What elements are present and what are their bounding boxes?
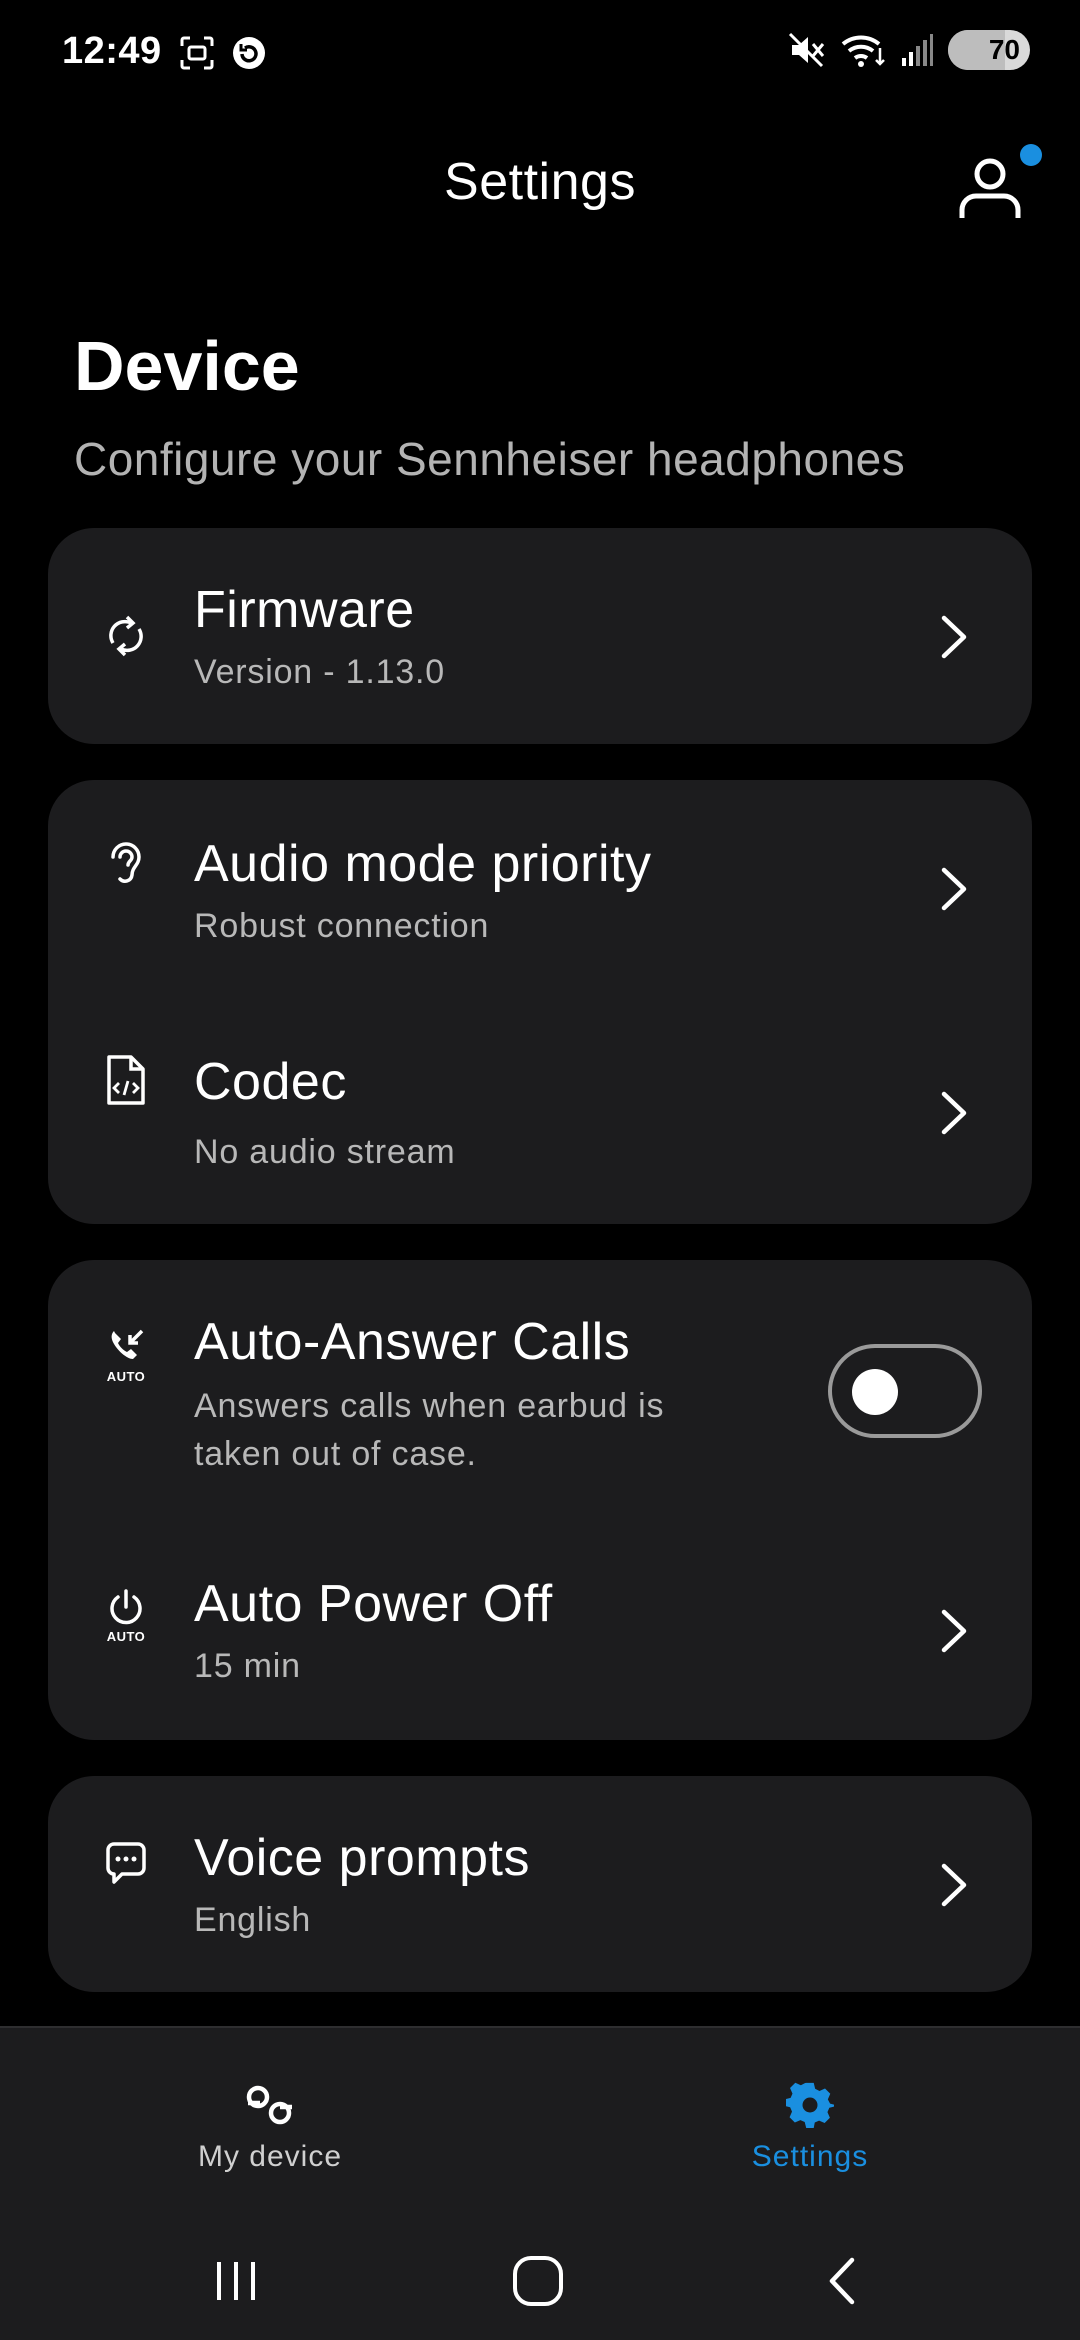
recent-apps-icon (217, 2262, 255, 2300)
nav-my-device[interactable]: My device (0, 2028, 540, 2228)
section-title: Device (74, 327, 300, 405)
signal-icon (902, 34, 933, 66)
status-bar: 12:49 70 (0, 0, 1080, 110)
auto-answer-toggle[interactable] (828, 1344, 982, 1438)
voice-prompts-value: English (194, 1901, 312, 1939)
auto-power-row[interactable]: AUTO Auto Power Off 15 min (48, 1524, 1032, 1740)
firmware-version: Version - 1.13.0 (194, 653, 445, 691)
auto-card: AUTO Auto-Answer Calls Answers calls whe… (48, 1260, 1032, 1740)
earbuds-icon (240, 2080, 300, 2130)
audio-mode-value: Robust connection (194, 907, 490, 945)
screenshot-icon (180, 36, 214, 70)
audio-card: Audio mode priority Robust connection Co… (48, 780, 1032, 1224)
gear-icon (780, 2080, 840, 2130)
status-time: 12:49 (62, 30, 162, 72)
screen: 12:49 70 Settings Device Configure your … (0, 0, 1080, 2340)
wifi-icon (841, 35, 885, 67)
firmware-row[interactable]: Firmware Version - 1.13.0 (48, 528, 1032, 744)
auto-power-value: 15 min (194, 1647, 301, 1685)
mute-icon (788, 32, 825, 68)
codec-row[interactable]: Codec No audio stream (48, 1002, 1032, 1224)
recent-apps-button[interactable] (196, 2246, 276, 2316)
audio-mode-row[interactable]: Audio mode priority Robust connection (48, 780, 1032, 1002)
auto-power-title: Auto Power Off (194, 1575, 553, 1633)
auto-answer-desc-line1: Answers calls when earbud is (194, 1387, 665, 1425)
sync-icon (100, 610, 152, 662)
page-title: Settings (444, 153, 636, 211)
auto-answer-row: AUTO Auto-Answer Calls Answers calls whe… (48, 1260, 1032, 1524)
chevron-right-icon (941, 867, 967, 911)
section-subtitle: Configure your Sennheiser headphones (74, 433, 906, 485)
ear-icon (100, 836, 152, 888)
person-icon (959, 158, 1021, 218)
power-icon: AUTO (100, 1580, 152, 1650)
status-right-icons: 70 (786, 30, 1030, 70)
code-file-icon (100, 1054, 152, 1106)
chat-bubble-icon (100, 1838, 152, 1890)
refresh-app-icon (233, 37, 265, 69)
firmware-title: Firmware (194, 581, 415, 639)
audio-mode-title: Audio mode priority (194, 835, 652, 893)
firmware-card: Firmware Version - 1.13.0 (48, 528, 1032, 744)
chevron-right-icon (941, 615, 967, 659)
chevron-right-icon (941, 1609, 967, 1653)
voice-prompts-row[interactable]: Voice prompts English (48, 1776, 1032, 1992)
nav-settings-label: Settings (751, 2140, 869, 2173)
codec-value: No audio stream (194, 1133, 456, 1171)
bottom-nav: My device Settings (0, 2026, 1080, 2226)
back-button[interactable] (802, 2246, 882, 2316)
auto-answer-desc-line2: taken out of case. (194, 1435, 477, 1473)
system-nav-bar (0, 2226, 1080, 2340)
battery-indicator: 70 (948, 30, 1030, 70)
voice-prompts-title: Voice prompts (194, 1829, 530, 1887)
toggle-knob (852, 1369, 898, 1415)
back-icon (829, 2257, 855, 2305)
chevron-right-icon (941, 1863, 967, 1907)
chevron-right-icon (941, 1091, 967, 1135)
home-button[interactable] (498, 2246, 578, 2316)
nav-settings[interactable]: Settings (540, 2028, 1080, 2228)
battery-level: 70 (988, 34, 1020, 65)
voice-card: Voice prompts English (48, 1776, 1032, 1992)
home-icon (513, 2256, 563, 2306)
status-left-icons (178, 34, 268, 72)
profile-button[interactable] (950, 148, 1030, 228)
auto-label: AUTO (106, 1628, 146, 1644)
auto-answer-call-icon: AUTO (100, 1320, 152, 1390)
nav-my-device-label: My device (197, 2140, 343, 2173)
codec-title: Codec (194, 1053, 347, 1111)
notification-dot (1020, 144, 1042, 166)
auto-answer-title: Auto-Answer Calls (194, 1313, 631, 1371)
auto-label: AUTO (106, 1368, 146, 1384)
